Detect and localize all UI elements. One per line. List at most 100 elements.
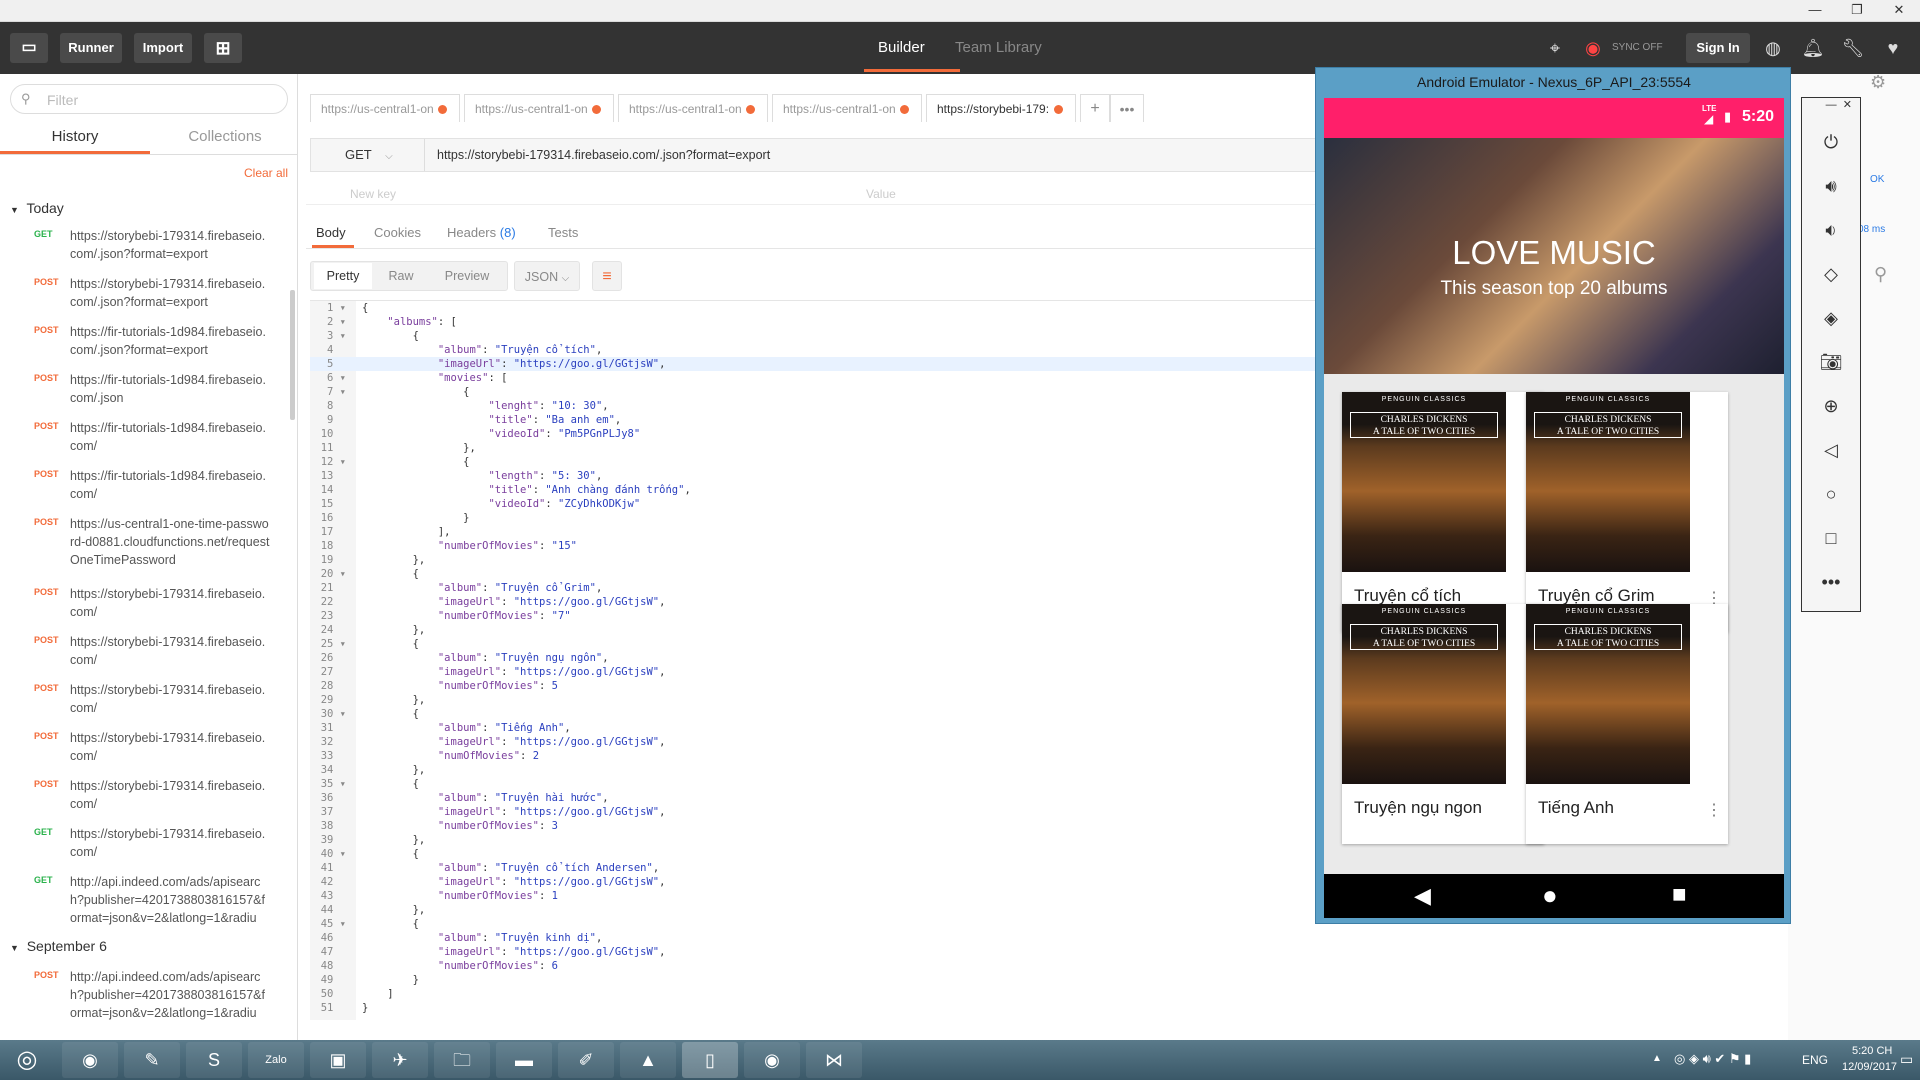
taskbar-paint-icon[interactable]: ✐ [558,1042,614,1078]
start-button[interactable]: ◎ [0,1042,54,1078]
group-today[interactable]: ▼ Today [10,200,64,216]
line-number: 28 [320,680,346,692]
sync-icon[interactable]: ◉ [1578,33,1608,63]
album-card[interactable]: PENGUIN CLASSICS CHARLES DICKENS A TALE OF… [1526,604,1728,844]
home-icon[interactable]: ○ [1802,484,1860,505]
add-tab-button[interactable]: + [1080,94,1110,122]
search-icon[interactable]: ⚲ [1874,264,1887,285]
album-card[interactable]: PENGUIN CLASSICS CHARLES DICKENS A TALE OF… [1342,604,1544,844]
code-line: 35 ▾ { [310,777,1320,791]
signin-button[interactable]: Sign In [1686,33,1750,63]
taskbar-skype-icon[interactable]: S [186,1042,242,1078]
import-button[interactable]: Import [134,33,192,63]
power-icon[interactable]: ⏻ [1802,132,1860,153]
url-input[interactable]: https://storybebi-179314.firebaseio.com/… [437,139,770,171]
clear-all-link[interactable]: Clear all [244,166,288,180]
album-card[interactable]: PENGUIN CLASSICS CHARLES DICKENS A TALE OF… [1526,392,1728,632]
code-text: "album": "Tiếng Anh", [437,722,571,734]
home-icon[interactable]: ● [1542,880,1558,911]
tab-cookies[interactable]: Cookies [374,225,421,240]
headers-label: Headers [447,225,497,240]
tray-time[interactable]: 5:20 CH [1852,1045,1892,1057]
response-body[interactable]: 1 ▾{2 ▾ "albums": [3 ▾ {4 "album": "Truy… [310,300,1320,1020]
tray-date[interactable]: 12/09/2017 [1842,1061,1897,1073]
code-text: "imageUrl": "https://goo.gl/GGtjsW", [437,736,666,748]
line-number: 11 [320,442,346,454]
overview-icon[interactable]: □ [1802,528,1860,549]
taskbar-terminal-icon[interactable]: ▬ [496,1042,552,1078]
taskbar-vscode-icon[interactable]: ⋈ [806,1042,862,1078]
pretty-button[interactable]: Pretty [314,263,372,289]
filter-input[interactable]: ⚲ Filter [10,84,288,114]
maximize-button[interactable]: ❐ [1842,0,1872,20]
params-row: New key Value [306,183,1316,205]
tab-body[interactable]: Body [316,225,346,240]
code-text: "numberOfMovies": "7" [437,610,571,622]
wrench-icon[interactable]: 🔧︎ [1838,33,1868,63]
param-value-input[interactable]: Value [866,187,896,201]
minimize-button[interactable]: — [1800,0,1830,20]
raw-button[interactable]: Raw [376,261,426,291]
tray-icons[interactable]: ◎ ◈ 🔊︎ ✔ ⚑ ▮ [1674,1051,1751,1067]
new-tab-button[interactable]: ⊞ [204,33,242,63]
taskbar-chrome2-icon[interactable]: ◉ [744,1042,800,1078]
settings-gear-icon[interactable]: ⚙ [1870,72,1886,93]
tab-tests[interactable]: Tests [548,225,578,240]
back-icon[interactable]: ◁ [1802,440,1860,461]
close-window-button[interactable]: ✕ [1884,0,1914,20]
android-emulator-window: Android Emulator - Nexus_6P_API_23:5554 … [1315,67,1791,924]
taskbar-android-studio-icon[interactable]: ▲ [620,1042,676,1078]
interceptor-icon[interactable]: ⌖ [1540,33,1570,63]
bell-icon[interactable]: 🔔︎ [1798,33,1828,63]
more-options-icon[interactable]: ••• [1802,572,1860,593]
request-tab-active[interactable]: https://storybebi-179: [926,94,1076,122]
tab-collections[interactable]: Collections [150,123,297,151]
camera-icon[interactable]: 📷︎ [1802,352,1860,373]
rotate-left-icon[interactable]: ◇ [1802,264,1860,285]
tab-headers[interactable]: Headers (8) [447,225,516,240]
recents-icon[interactable]: ■ [1672,881,1687,909]
heart-icon[interactable]: ♥ [1878,33,1908,63]
request-tab[interactable]: https://us-central1-on [310,94,460,122]
history-url: https://storybebi-179314.firebaseio.com/… [70,229,266,261]
taskbar-app-icon[interactable]: ▣ [310,1042,366,1078]
emulator-close-icon[interactable]: — ✕ [1802,98,1860,111]
volume-up-icon[interactable]: 🔊︎ [1802,176,1860,197]
phone-screen[interactable]: LTE ◢ ▮ 5:20 LOVE MUSIC This season top … [1324,98,1784,918]
rotate-right-icon[interactable]: ◈ [1802,308,1860,329]
sidebar-toggle-button[interactable]: ▭ [10,33,48,63]
taskbar-notepad-icon[interactable]: ✎ [124,1042,180,1078]
more-vert-icon[interactable]: ⋮ [1706,800,1722,820]
tab-builder[interactable]: Builder [878,39,925,56]
tab-label: https://us-central1-on [783,102,896,116]
tab-team-library[interactable]: Team Library [955,39,1042,56]
taskbar-zalo-icon[interactable]: Zalo [248,1042,304,1078]
taskbar-postman-icon[interactable]: ✈ [372,1042,428,1078]
taskbar-explorer-icon[interactable]: 🗀︎ [434,1042,490,1078]
more-tabs-button[interactable]: ••• [1110,94,1144,122]
param-key-input[interactable]: New key [350,187,396,201]
sidebar-scrollbar[interactable] [290,290,295,420]
notification-icon[interactable]: ▭ [1900,1051,1913,1068]
language-indicator[interactable]: ENG [1802,1053,1828,1067]
taskbar-chrome-icon[interactable]: ◉ [62,1042,118,1078]
taskbar-emulator-icon[interactable]: ▯ [682,1042,738,1078]
album-cover: PENGUIN CLASSICS CHARLES DICKENS A TALE OF… [1526,392,1728,576]
json-select[interactable]: JSON ⌵ [514,261,580,291]
runner-button[interactable]: Runner [60,33,122,63]
book-cover-image: PENGUIN CLASSICS CHARLES DICKENS A TALE OF… [1526,604,1690,784]
volume-down-icon[interactable]: 🔉︎ [1802,220,1860,241]
tab-history[interactable]: History [0,123,150,151]
back-icon[interactable]: ◀ [1414,883,1431,909]
request-tab[interactable]: https://us-central1-on [464,94,614,122]
group-september-6[interactable]: ▼ September 6 [10,938,107,954]
album-card[interactable]: PENGUIN CLASSICS CHARLES DICKENS A TALE OF… [1342,392,1544,632]
preview-button[interactable]: Preview [432,261,502,291]
globe-icon[interactable]: ◍ [1758,33,1788,63]
tray-chevron-icon[interactable]: ▲ [1652,1053,1662,1064]
request-tab[interactable]: https://us-central1-on [772,94,922,122]
wrap-lines-button[interactable]: ≡ [592,261,622,291]
request-tab[interactable]: https://us-central1-on [618,94,768,122]
method-select[interactable]: GET ⌵ [311,139,425,171]
zoom-icon[interactable]: ⊕ [1802,396,1860,417]
